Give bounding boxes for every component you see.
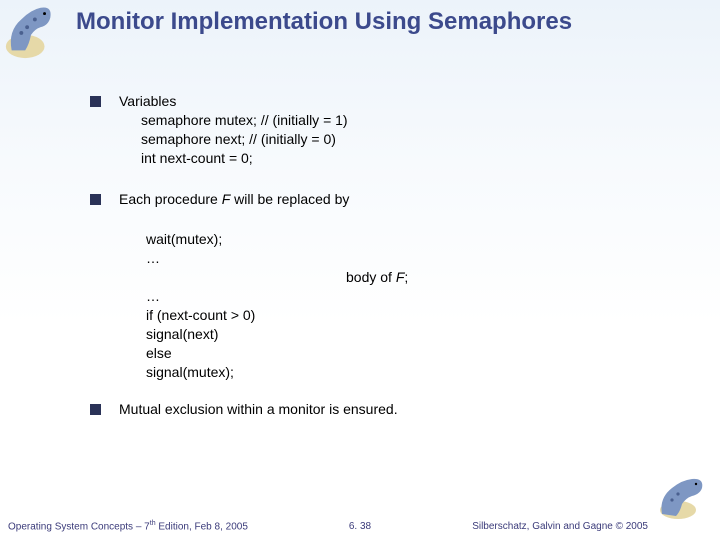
bullet-square-icon [90, 194, 101, 205]
slide: Monitor Implementation Using Semaphores … [0, 0, 720, 540]
var-line: semaphore next; // (initially = 0) [141, 130, 680, 149]
slide-title: Monitor Implementation Using Semaphores [76, 8, 700, 36]
bullet-procedure: Each procedure F will be replaced by [90, 190, 680, 209]
text: body of [346, 269, 396, 285]
footer-right: Silberschatz, Galvin and Gagne © 2005 [472, 521, 648, 532]
dinosaur-logo-small-icon [654, 476, 714, 520]
code-line: else [146, 344, 680, 363]
var-line: int next-count = 0; [141, 149, 680, 168]
footer-center: 6. 38 [349, 521, 371, 532]
text: Each procedure [119, 191, 222, 207]
bullet-square-icon [90, 404, 101, 415]
bullet-mutual-exclusion: Mutual exclusion within a monitor is ens… [90, 400, 680, 419]
code-line: signal(mutex); [146, 363, 680, 382]
var-line: semaphore mutex; // (initially = 1) [141, 111, 680, 130]
bullet-body: Mutual exclusion within a monitor is ens… [119, 400, 680, 419]
text: Operating System Concepts – 7 [8, 521, 150, 532]
code-block: wait(mutex); … body of F; … if (next-cou… [146, 230, 680, 381]
dinosaur-logo-icon [2, 2, 60, 60]
italic-f: F [222, 191, 231, 207]
footer-left: Operating System Concepts – 7th Edition,… [8, 520, 248, 532]
code-line: if (next-count > 0) [146, 306, 680, 325]
bullet-square-icon [90, 96, 101, 107]
code-line: signal(next) [146, 325, 680, 344]
code-line: wait(mutex); [146, 230, 680, 249]
bullet-body: Each procedure F will be replaced by [119, 190, 680, 209]
text: Edition, Feb 8, 2005 [156, 521, 248, 532]
bullet-variables: Variables semaphore mutex; // (initially… [90, 92, 680, 168]
text: will be replaced by [230, 191, 349, 207]
code-line: … [146, 249, 680, 268]
code-line-body: body of F; [346, 268, 680, 287]
bullet-head: Variables [119, 92, 680, 111]
code-line: … [146, 287, 680, 306]
footer: Operating System Concepts – 7th Edition,… [0, 518, 720, 532]
bullet-body: Variables semaphore mutex; // (initially… [119, 92, 680, 168]
slide-content: Variables semaphore mutex; // (initially… [90, 92, 680, 440]
text: ; [404, 269, 408, 285]
